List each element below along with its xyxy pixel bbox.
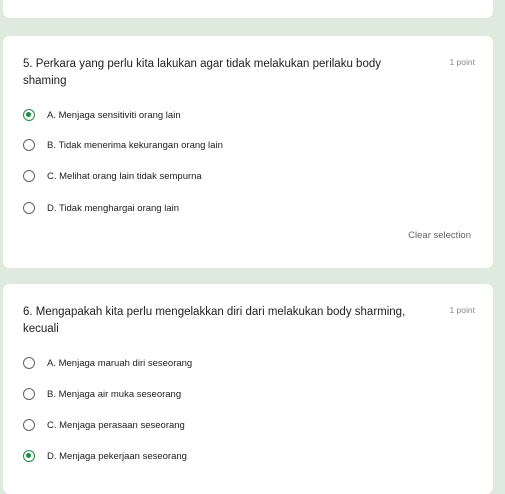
option-label: D. Tidak menghargai orang lain	[47, 202, 180, 214]
radio-unselected-icon[interactable]	[23, 202, 35, 214]
clear-selection-button[interactable]: Clear selection	[408, 230, 471, 241]
radio-unselected-icon[interactable]	[23, 388, 35, 400]
question-5-header: 5. Perkara yang perlu kita lakukan agar …	[23, 56, 423, 90]
question-5-option-d[interactable]: D. Tidak menghargai orang lain	[23, 198, 179, 218]
radio-selected-icon[interactable]	[23, 450, 35, 462]
question-6-option-d[interactable]: D. Menjaga pekerjaan seseorang	[23, 446, 187, 466]
option-label: B. Tidak menerima kekurangan orang lain	[47, 139, 223, 151]
radio-unselected-icon[interactable]	[23, 139, 35, 151]
previous-question-card	[3, 0, 493, 18]
question-6-points: 1 point	[449, 305, 475, 315]
option-label: D. Menjaga pekerjaan seseorang	[47, 450, 187, 462]
question-card-5: 5. Perkara yang perlu kita lakukan agar …	[3, 36, 493, 268]
question-6-header: 6. Mengapakah kita perlu mengelakkan dir…	[23, 304, 423, 338]
question-5-title: 5. Perkara yang perlu kita lakukan agar …	[23, 58, 381, 87]
option-label: A. Menjaga sensitiviti orang lain	[47, 109, 181, 121]
option-label: B. Menjaga air muka seseorang	[47, 388, 182, 400]
radio-unselected-icon[interactable]	[23, 419, 35, 431]
option-label: A. Menjaga maruah diri seseorang	[47, 357, 193, 369]
question-5-option-c[interactable]: C. Melihat orang lain tidak sempurna	[23, 166, 202, 186]
radio-unselected-icon[interactable]	[23, 170, 35, 182]
question-6-title: 6. Mengapakah kita perlu mengelakkan dir…	[23, 306, 406, 335]
question-5-option-a[interactable]: A. Menjaga sensitiviti orang lain	[23, 105, 181, 125]
radio-unselected-icon[interactable]	[23, 357, 35, 369]
question-6-option-a[interactable]: A. Menjaga maruah diri seseorang	[23, 353, 192, 373]
question-card-6: 6. Mengapakah kita perlu mengelakkan dir…	[3, 284, 493, 494]
option-label: C. Menjaga perasaan seseorang	[47, 419, 185, 431]
option-label: C. Melihat orang lain tidak sempurna	[47, 170, 202, 182]
question-6-option-b[interactable]: B. Menjaga air muka seseorang	[23, 384, 181, 404]
radio-selected-icon[interactable]	[23, 109, 35, 121]
question-5-points: 1 point	[449, 57, 475, 67]
question-6-option-c[interactable]: C. Menjaga perasaan seseorang	[23, 415, 185, 435]
question-5-option-b[interactable]: B. Tidak menerima kekurangan orang lain	[23, 135, 223, 155]
